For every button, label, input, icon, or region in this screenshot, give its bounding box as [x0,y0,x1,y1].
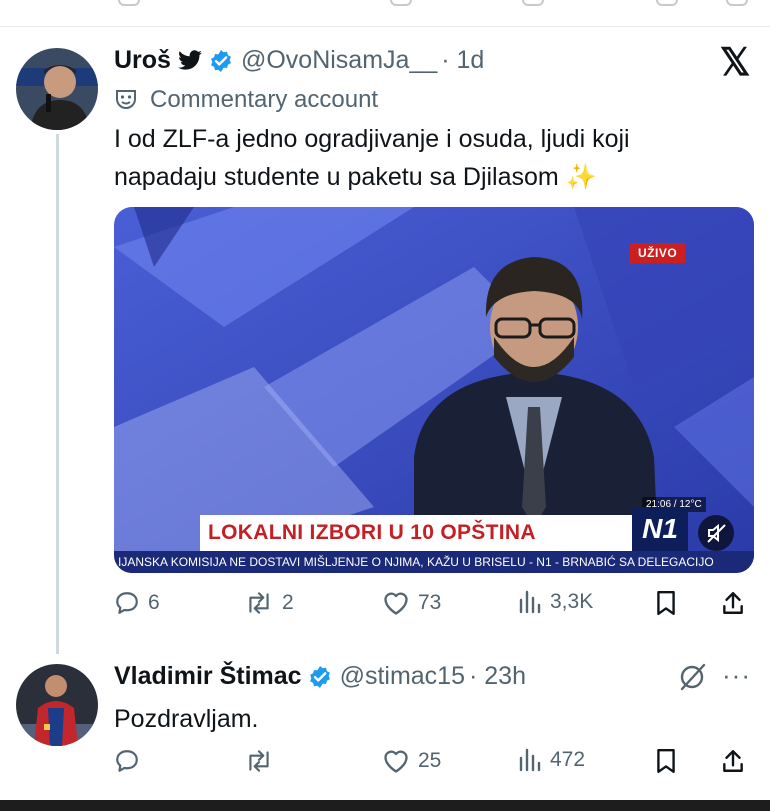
avatar[interactable] [16,664,98,746]
share-button[interactable] [720,590,754,616]
previous-tweet-action-bar-edge [0,0,770,27]
author-name[interactable]: Uroš [114,46,171,75]
channel-logo: N1 [632,507,688,551]
tweet-text-line: napadaju studente u paketu sa Djilasom ✨ [114,163,597,191]
mute-conversation-icon[interactable] [677,662,707,692]
repost-button[interactable] [244,748,282,774]
sparkles-emoji: ✨ [565,163,597,191]
bookmark-button[interactable] [654,748,686,774]
live-badge: UŽIVO [630,243,686,263]
tweet-text: Pozdravljam. [114,705,259,733]
community-label: Commentary account [114,86,378,114]
lower-third-text: LOKALNI IZBORI U 10 OPŠTINA [208,521,536,544]
views-bar-chart-icon [519,748,541,772]
repost-button[interactable]: 2 [244,590,294,616]
avatar[interactable] [16,48,98,130]
tweet-video[interactable]: UŽIVO 21:06 / 12°C LOKALNI IZBORI U 10 O… [114,207,754,573]
reply-icon [118,0,140,6]
share-button[interactable] [720,748,754,774]
share-icon [723,750,743,772]
lower-third-banner: LOKALNI IZBORI U 10 OPŠTINA [200,515,632,551]
tweet-text: I od ZLF-a jedno ogradjivanje i osuda, l… [114,120,630,196]
share-icon [726,0,748,6]
news-ticker: IJANSKA KOMISIJA NE DOSTAVI MIŠLJENJE O … [114,551,754,573]
like-count: 25 [418,749,442,772]
reply-button[interactable] [114,748,148,774]
timestamp[interactable]: · 23h [469,662,526,691]
reply-count: 6 [148,591,160,614]
share-icon [723,592,743,614]
views-button[interactable]: 472 [518,748,585,772]
twitter-bird-icon [178,49,202,70]
bookmark-icon [656,0,678,6]
like-button[interactable]: 25 [382,748,441,774]
author-handle[interactable]: @OvoNisamJa__ [241,46,437,75]
bookmark-icon [657,590,675,616]
repost-count: 2 [282,591,294,614]
tweet-action-bar: 6 2 73 3,3K [114,590,754,626]
reply-icon [116,592,138,614]
video-mute-button[interactable] [698,515,734,551]
verified-badge-icon [211,49,231,72]
views-count: 472 [550,748,586,771]
bottom-edge-bar [0,800,770,811]
heart-icon [384,750,408,773]
like-count: 73 [418,591,442,614]
timestamp[interactable]: · 1d [441,46,484,75]
more-options-icon[interactable]: ··· [722,660,751,691]
speaker-muted-icon [707,523,726,543]
author-name[interactable]: Vladimir Štimac [114,662,302,691]
community-label-text: Commentary account [150,86,379,113]
x-logo-icon: 𝕏 [719,42,751,84]
tweet-action-bar: 25 472 [114,748,754,784]
thread-connector-line [56,134,59,654]
views-icon [522,0,544,6]
repost-icon [249,592,269,614]
heart-icon [384,592,408,615]
verified-badge-icon [309,665,330,688]
bookmark-button[interactable] [654,590,686,616]
reply-button[interactable]: 6 [114,590,160,616]
theater-mask-icon [116,90,136,109]
views-bar-chart-icon [519,590,541,614]
like-button[interactable]: 73 [382,590,441,616]
tweet-header: Uroš @OvoNisamJa__ · 1d [114,46,484,75]
repost-icon [249,750,269,772]
reply-icon [116,750,138,772]
tweet-header: Vladimir Štimac @stimac15 · 23h [114,662,526,691]
views-count: 3,3K [550,590,594,613]
like-icon [390,0,412,6]
bookmark-icon [657,748,675,774]
views-button[interactable]: 3,3K [518,590,593,614]
tweet-text-line: I od ZLF-a jedno ogradjivanje i osuda, l… [114,125,630,153]
author-handle[interactable]: @stimac15 [340,662,465,691]
